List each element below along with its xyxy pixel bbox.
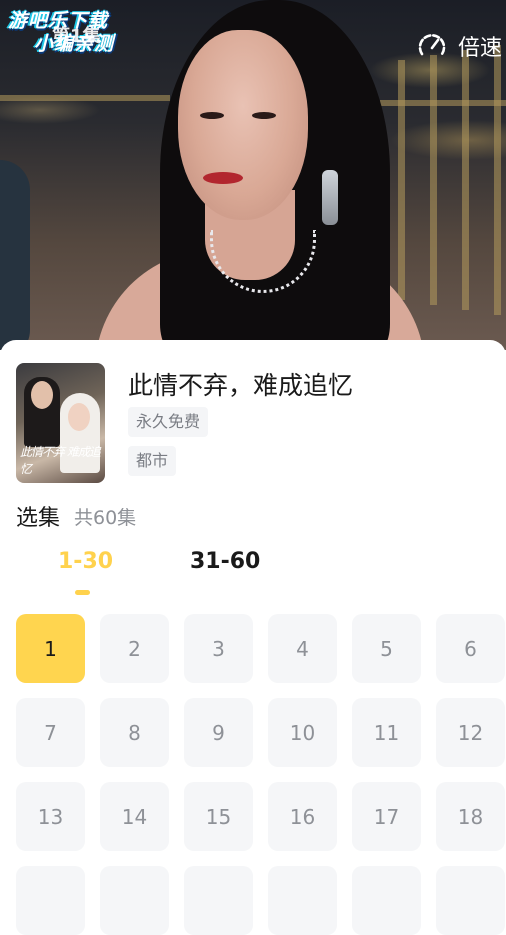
background-figure bbox=[0, 160, 30, 350]
episode-button[interactable]: 15 bbox=[184, 782, 253, 851]
railing-bar bbox=[380, 100, 506, 106]
speed-label: 倍速 bbox=[457, 36, 502, 61]
episode-button[interactable]: 4 bbox=[268, 614, 337, 683]
episode-button[interactable]: 5 bbox=[352, 614, 421, 683]
poster-actor-face bbox=[31, 381, 53, 409]
episode-button[interactable]: 3 bbox=[184, 614, 253, 683]
episode-button[interactable]: 11 bbox=[352, 698, 421, 767]
episode-label: 第1集 bbox=[52, 26, 101, 47]
episode-button[interactable]: 1 bbox=[16, 614, 85, 683]
poster-actress-face bbox=[68, 403, 90, 431]
poster-title: 此情不弃 难成追忆 bbox=[20, 445, 101, 476]
tag-free: 永久免费 bbox=[128, 407, 209, 437]
episode-button[interactable]: 7 bbox=[16, 698, 85, 767]
railing-post bbox=[494, 45, 501, 315]
railing-post bbox=[430, 55, 437, 305]
episode-button[interactable]: 9 bbox=[184, 698, 253, 767]
episode-button[interactable]: 18 bbox=[436, 782, 505, 851]
episode-button-partial[interactable] bbox=[16, 866, 85, 935]
episode-button-partial[interactable] bbox=[184, 866, 253, 935]
episode-button[interactable]: 13 bbox=[16, 782, 85, 851]
railing-post bbox=[398, 60, 405, 300]
video-player[interactable]: 游吧乐下载 小编亲测 第1集 倍速 bbox=[0, 0, 506, 350]
railing-post bbox=[462, 50, 469, 310]
tag-genre: 都市 bbox=[128, 446, 177, 476]
actress-lips bbox=[203, 172, 243, 184]
actress-face bbox=[178, 30, 308, 220]
episode-button[interactable]: 8 bbox=[100, 698, 169, 767]
drama-poster[interactable]: 此情不弃 难成追忆 bbox=[16, 363, 105, 483]
episode-button-partial[interactable] bbox=[100, 866, 169, 935]
tab-range-31-60[interactable]: 31-60 bbox=[190, 549, 260, 574]
episodes-heading: 选集 bbox=[16, 506, 61, 531]
episode-button-partial[interactable] bbox=[436, 866, 505, 935]
episode-button[interactable]: 14 bbox=[100, 782, 169, 851]
speedometer-icon bbox=[418, 34, 446, 56]
episode-button[interactable]: 6 bbox=[436, 614, 505, 683]
episode-button[interactable]: 16 bbox=[268, 782, 337, 851]
tab-indicator bbox=[75, 590, 90, 595]
actress-eye bbox=[200, 112, 224, 119]
speed-button[interactable]: 倍速 bbox=[416, 30, 502, 62]
episode-button-partial[interactable] bbox=[268, 866, 337, 935]
episode-button[interactable]: 10 bbox=[268, 698, 337, 767]
actress-eye bbox=[252, 112, 276, 119]
episode-button[interactable]: 2 bbox=[100, 614, 169, 683]
railing-bar bbox=[0, 95, 170, 101]
drama-title: 此情不弃，难成追忆 bbox=[128, 371, 354, 400]
episodes-total: 共60集 bbox=[74, 507, 137, 529]
episode-button[interactable]: 17 bbox=[352, 782, 421, 851]
episode-panel: 此情不弃 难成追忆 此情不弃，难成追忆 永久免费 都市 选集 共60集 1-30… bbox=[0, 340, 506, 935]
episode-button[interactable]: 12 bbox=[436, 698, 505, 767]
episode-button-partial[interactable] bbox=[352, 866, 421, 935]
tab-range-1-30[interactable]: 1-30 bbox=[58, 549, 113, 574]
actress-earring bbox=[322, 170, 338, 225]
